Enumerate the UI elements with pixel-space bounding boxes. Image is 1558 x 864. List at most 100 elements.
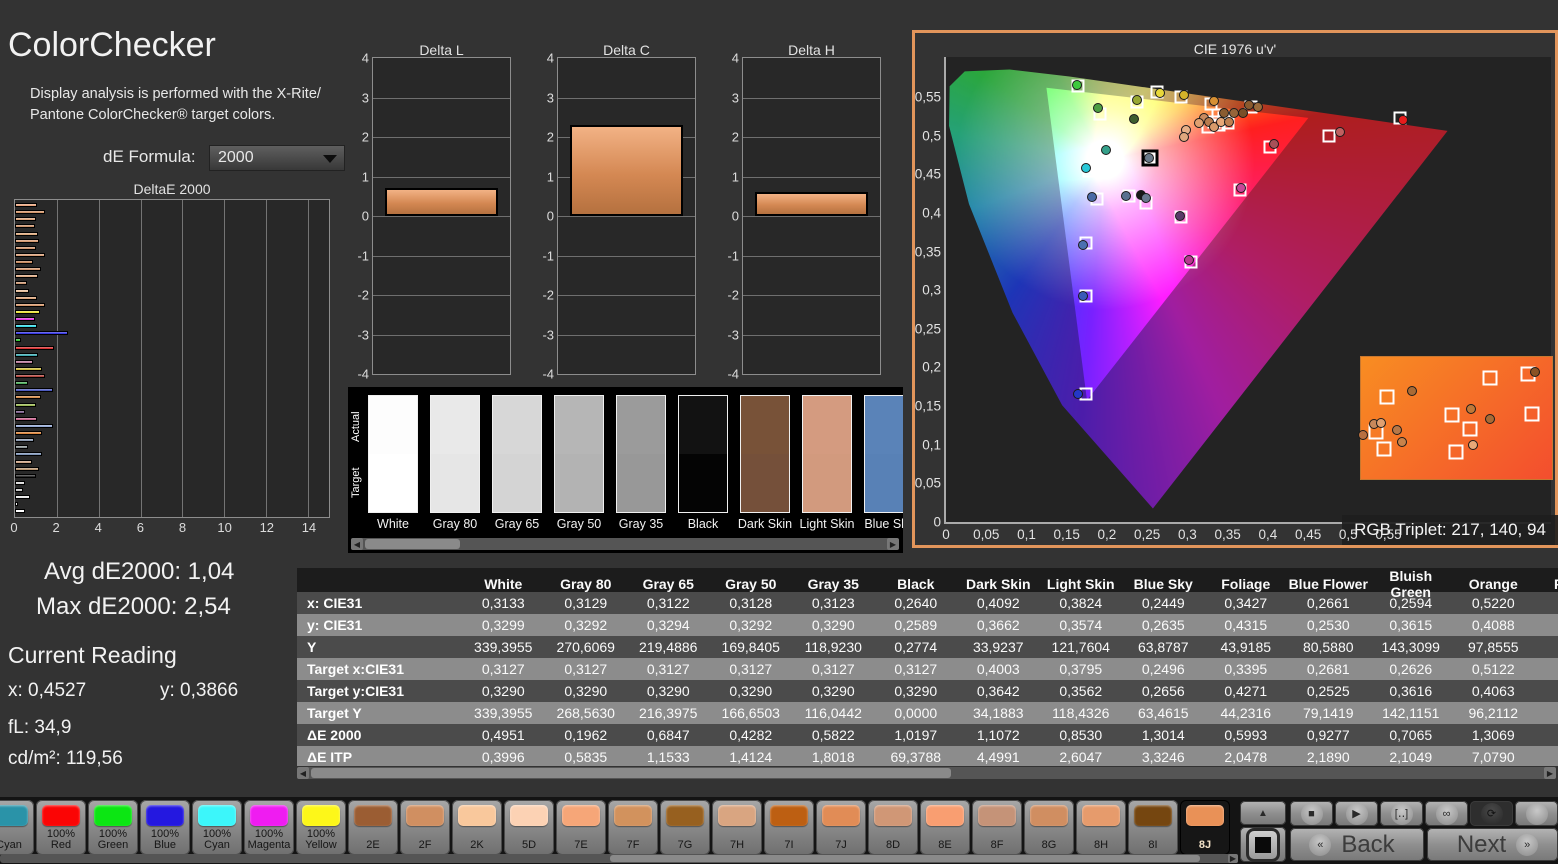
patch-button-100-red[interactable]: 100% Red <box>36 800 86 855</box>
patch-button-100-cyan[interactable]: 100% Cyan <box>192 800 242 855</box>
extra-button[interactable] <box>1515 801 1558 826</box>
patch-label: 7G <box>677 839 693 852</box>
swatch-scroll-thumb[interactable] <box>365 539 460 549</box>
scroll-left-icon[interactable]: ◀ <box>297 767 309 779</box>
table-cell: 44,2316 <box>1220 705 1272 721</box>
deltae-bar <box>15 345 54 350</box>
y-tick-label: 0 <box>361 208 369 224</box>
scroll-right-icon[interactable]: ▶ <box>1544 767 1556 779</box>
next-chevrons-icon: » <box>1516 833 1539 856</box>
range-button[interactable]: [‥] <box>1380 801 1423 826</box>
table-cell: 0,3122 <box>646 595 690 611</box>
x-tick-label: 0,3 <box>1178 527 1197 542</box>
table-cell: 0,3290 <box>564 683 608 699</box>
patch-button-8g[interactable]: 8G <box>1024 800 1074 855</box>
patch-button-2k[interactable]: 2K <box>452 800 502 855</box>
table-row: Target y:CIE31 0,3290 0,3290 0,3290 0,3290 0,… <box>297 680 1558 702</box>
patch-button-8d[interactable]: 8D <box>868 800 918 855</box>
table-cell: 96,2112 <box>1468 705 1519 721</box>
swatch-gray-80[interactable] <box>430 395 480 513</box>
column-header: Black <box>897 576 935 592</box>
up-arrow-icon: ▲ <box>1258 807 1268 819</box>
deltae-bar <box>15 224 35 229</box>
table-cell: 69,3788 <box>890 749 942 765</box>
column-header: Purple <box>1535 576 1558 592</box>
table-cell: 0,3127 <box>729 661 773 677</box>
table-cell: 0,5220 <box>1471 595 1515 611</box>
table-row: y: CIE31 0,3299 0,3292 0,3294 0,3292 0,3290 0,… <box>297 614 1558 636</box>
refresh-button[interactable]: ⟳ <box>1470 801 1513 826</box>
patch-button-100-magenta[interactable]: 100% Magenta <box>244 800 294 855</box>
table-cell: 0,5993 <box>1224 727 1268 743</box>
table-scroll-thumb[interactable] <box>311 768 951 778</box>
deltae-bar <box>15 274 39 279</box>
scroll-left-icon[interactable]: ◀ <box>351 538 363 550</box>
table-cell: 1,3014 <box>1141 727 1185 743</box>
back-button[interactable]: « Back <box>1290 828 1424 861</box>
y-tick-label: 4 <box>731 50 739 66</box>
patch-button-7f[interactable]: 7F <box>608 800 658 855</box>
loop-button[interactable]: ∞ <box>1425 801 1468 826</box>
patch-button-100-blue[interactable]: 100% Blue <box>140 800 190 855</box>
patch-button-7e[interactable]: 7E <box>556 800 606 855</box>
gridline <box>373 137 510 138</box>
patch-button-7i[interactable]: 7I <box>764 800 814 855</box>
x-tick-label: 0,5 <box>1338 527 1358 542</box>
table-cell: 0,3127 <box>564 661 608 677</box>
toolbar-scroll-right-icon[interactable]: ▶ <box>1228 854 1238 863</box>
table-cell: 0,2681 <box>1306 661 1350 677</box>
y-tick-label: 0,25 <box>914 321 941 337</box>
patch-button-8f[interactable]: 8F <box>972 800 1022 855</box>
patch-button-2e[interactable]: 2E <box>348 800 398 855</box>
column-header: Dark Skin <box>965 576 1031 592</box>
patch-button-8h[interactable]: 8H <box>1076 800 1126 855</box>
de-formula-select[interactable]: 2000 <box>209 145 345 171</box>
patch-button-100-green[interactable]: 100% Green <box>88 800 138 855</box>
stop-button[interactable]: ■ <box>1290 801 1333 826</box>
swatch-scrollbar[interactable]: ◀ ▶ <box>351 538 899 550</box>
expand-up-button[interactable]: ▲ <box>1240 801 1286 825</box>
patch-button-7j[interactable]: 7J <box>816 800 866 855</box>
patch-button-8e[interactable]: 8E <box>920 800 970 855</box>
table-cell: 0,3615 <box>1389 617 1433 633</box>
patch-button-100-yellow[interactable]: 100% Yellow <box>296 800 346 855</box>
patch-color-chip <box>978 805 1016 826</box>
patch-color-chip <box>0 805 28 826</box>
patch-button-8i[interactable]: 8I <box>1128 800 1178 855</box>
play-button[interactable]: ▶ <box>1335 801 1378 826</box>
chart-title: Delta C <box>603 42 650 58</box>
table-cell: 0,3294 <box>646 617 690 633</box>
swatch-blue-sky[interactable] <box>864 395 903 513</box>
patch-button-7h[interactable]: 7H <box>712 800 762 855</box>
swatch-gray-65[interactable] <box>492 395 542 513</box>
toolbar-scrollbar[interactable]: ▶ <box>0 854 1238 863</box>
swatch-white[interactable] <box>368 395 418 513</box>
patch-button-2f[interactable]: 2F <box>400 800 450 855</box>
delta-chart-delta-h: Delta H 4 3 2 1 0 -1 -2 -3 -4 <box>727 42 881 382</box>
table-row: ΔE ITP 0,3996 0,5835 1,1533 1,4124 1,8018 69,3… <box>297 746 1558 766</box>
table-row: ΔE 2000 0,4951 0,1962 0,6847 0,4282 0,5822 1,0… <box>297 724 1558 746</box>
delta-chart-delta-l: Delta L 4 3 2 1 0 -1 -2 -3 -4 <box>357 42 511 382</box>
table-cell: 0,3127 <box>481 661 525 677</box>
gridline <box>743 255 880 257</box>
swatch-black[interactable] <box>678 395 728 513</box>
swatch-gray-35[interactable] <box>616 395 666 513</box>
page-title: ColorChecker <box>8 26 216 64</box>
x-tick-label: 2 <box>52 520 60 535</box>
patch-button-cyan[interactable]: Cyan <box>0 800 34 855</box>
patch-button-5d[interactable]: 5D <box>504 800 554 855</box>
swatch-gray-50[interactable] <box>554 395 604 513</box>
swatch-dark-skin[interactable] <box>740 395 790 513</box>
row-header: Target Y <box>307 705 362 721</box>
next-button[interactable]: Next » <box>1427 828 1558 861</box>
scroll-right-icon[interactable]: ▶ <box>887 538 899 550</box>
patch-button-8j[interactable]: 8J <box>1180 800 1230 855</box>
patch-label: 100% Yellow <box>305 827 337 852</box>
swatch-light-skin[interactable] <box>802 395 852 513</box>
deltae-bar <box>15 302 46 307</box>
patch-button-7g[interactable]: 7G <box>660 800 710 855</box>
deltae-bar <box>15 509 26 514</box>
toolbar-scroll-thumb[interactable] <box>610 855 1200 862</box>
big-stop-button[interactable] <box>1240 827 1286 862</box>
table-scrollbar[interactable]: ◀ ▶ <box>297 767 1556 779</box>
